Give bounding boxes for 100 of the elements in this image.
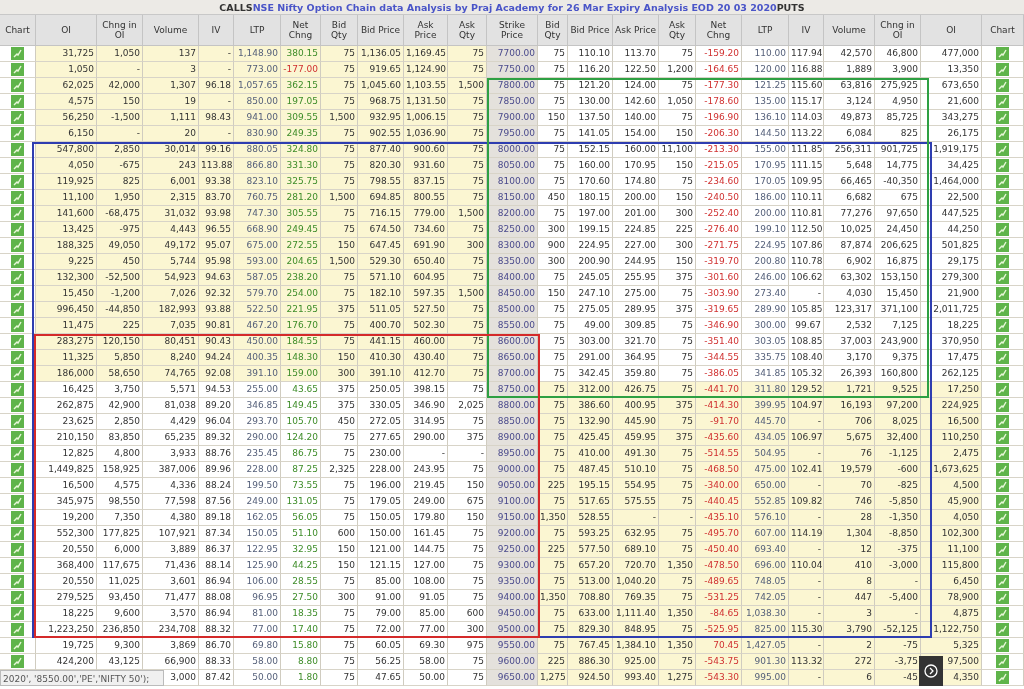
- chart-icon[interactable]: [996, 351, 1009, 364]
- chart-icon[interactable]: [996, 287, 1009, 300]
- chart-icon[interactable]: [996, 47, 1009, 60]
- chart-icon[interactable]: [996, 239, 1009, 252]
- chart-icon[interactable]: [996, 303, 1009, 316]
- chart-icon[interactable]: [11, 479, 24, 492]
- chart-icon[interactable]: [11, 527, 24, 540]
- chart-icon[interactable]: [11, 159, 24, 172]
- table-cell: 901.30: [742, 654, 789, 670]
- chart-icon[interactable]: [11, 383, 24, 396]
- chart-icon[interactable]: [11, 143, 24, 156]
- table-cell: -468.50: [696, 462, 742, 478]
- chart-icon[interactable]: [996, 591, 1009, 604]
- chart-icon[interactable]: [11, 575, 24, 588]
- chart-icon[interactable]: [996, 383, 1009, 396]
- chart-icon[interactable]: [11, 79, 24, 92]
- table-cell: 179.80: [404, 510, 448, 526]
- table-cell: 158,925: [97, 462, 143, 478]
- chart-icon[interactable]: [11, 127, 24, 140]
- chart-icon[interactable]: [11, 191, 24, 204]
- chart-icon[interactable]: [996, 623, 1009, 636]
- chart-icon[interactable]: [996, 79, 1009, 92]
- chart-icon[interactable]: [996, 559, 1009, 572]
- chart-icon[interactable]: [11, 463, 24, 476]
- chart-icon[interactable]: [11, 47, 24, 60]
- chart-icon[interactable]: [11, 207, 24, 220]
- chart-icon[interactable]: [996, 191, 1009, 204]
- chart-icon[interactable]: [996, 495, 1009, 508]
- strike-cell: 7750.00: [487, 62, 538, 78]
- chart-icon[interactable]: [996, 143, 1009, 156]
- chart-icon[interactable]: [996, 319, 1009, 332]
- chart-icon[interactable]: [11, 95, 24, 108]
- table-cell: 75: [321, 158, 358, 174]
- chart-icon[interactable]: [11, 63, 24, 76]
- chart-icon[interactable]: [996, 223, 1009, 236]
- chart-icon[interactable]: [11, 639, 24, 652]
- strike-cell: 8400.00: [487, 270, 538, 286]
- chart-icon[interactable]: [11, 271, 24, 284]
- chart-icon[interactable]: [996, 207, 1009, 220]
- chart-icon[interactable]: [11, 399, 24, 412]
- chart-icon[interactable]: [996, 447, 1009, 460]
- chart-icon[interactable]: [996, 479, 1009, 492]
- chart-icon[interactable]: [996, 127, 1009, 140]
- chart-icon[interactable]: [11, 415, 24, 428]
- chart-icon[interactable]: [11, 287, 24, 300]
- chart-icon[interactable]: [11, 495, 24, 508]
- table-cell: 170.60: [568, 174, 613, 190]
- table-cell: 75: [448, 110, 487, 126]
- chart-icon[interactable]: [11, 255, 24, 268]
- chart-icon[interactable]: [996, 463, 1009, 476]
- chart-icon[interactable]: [996, 335, 1009, 348]
- chart-icon[interactable]: [11, 303, 24, 316]
- table-cell: 235.45: [234, 446, 281, 462]
- table-cell: 89.96: [199, 462, 234, 478]
- chart-icon[interactable]: [996, 543, 1009, 556]
- chart-icon[interactable]: [996, 159, 1009, 172]
- chart-icon[interactable]: [996, 255, 1009, 268]
- chart-icon[interactable]: [996, 95, 1009, 108]
- chart-icon[interactable]: [11, 111, 24, 124]
- table-cell: 1,036.90: [404, 126, 448, 142]
- table-cell: 93.88: [199, 302, 234, 318]
- chart-icon[interactable]: [996, 575, 1009, 588]
- chart-icon[interactable]: [996, 367, 1009, 380]
- chart-icon[interactable]: [11, 319, 24, 332]
- chart-icon[interactable]: [996, 63, 1009, 76]
- chart-icon[interactable]: [996, 271, 1009, 284]
- chart-icon[interactable]: [11, 559, 24, 572]
- table-cell: 1,464,000: [921, 174, 982, 190]
- chart-icon[interactable]: [11, 367, 24, 380]
- table-cell: 206,625: [875, 238, 921, 254]
- table-cell: 364.95: [613, 350, 659, 366]
- chart-icon[interactable]: [11, 591, 24, 604]
- chart-icon[interactable]: [996, 607, 1009, 620]
- chart-icon[interactable]: [11, 431, 24, 444]
- chart-icon[interactable]: [11, 655, 24, 668]
- table-cell: 400.35: [234, 350, 281, 366]
- chart-icon[interactable]: [996, 111, 1009, 124]
- chart-icon[interactable]: [11, 175, 24, 188]
- chart-icon[interactable]: [996, 527, 1009, 540]
- chart-icon[interactable]: [996, 431, 1009, 444]
- chart-icon[interactable]: [11, 511, 24, 524]
- chart-icon[interactable]: [996, 399, 1009, 412]
- chart-icon[interactable]: [996, 671, 1009, 684]
- chart-icon[interactable]: [11, 335, 24, 348]
- next-button[interactable]: [919, 656, 943, 686]
- chart-icon[interactable]: [11, 447, 24, 460]
- chart-icon[interactable]: [11, 239, 24, 252]
- strike-cell: 9100.00: [487, 494, 538, 510]
- chart-icon[interactable]: [11, 223, 24, 236]
- table-cell: 593.25: [568, 526, 613, 542]
- chart-icon[interactable]: [996, 655, 1009, 668]
- chart-icon[interactable]: [996, 415, 1009, 428]
- chart-icon[interactable]: [996, 175, 1009, 188]
- chart-icon[interactable]: [996, 511, 1009, 524]
- table-cell: 305.55: [281, 206, 321, 222]
- chart-icon[interactable]: [11, 543, 24, 556]
- chart-icon[interactable]: [11, 623, 24, 636]
- chart-icon[interactable]: [11, 351, 24, 364]
- chart-icon[interactable]: [11, 607, 24, 620]
- chart-icon[interactable]: [996, 639, 1009, 652]
